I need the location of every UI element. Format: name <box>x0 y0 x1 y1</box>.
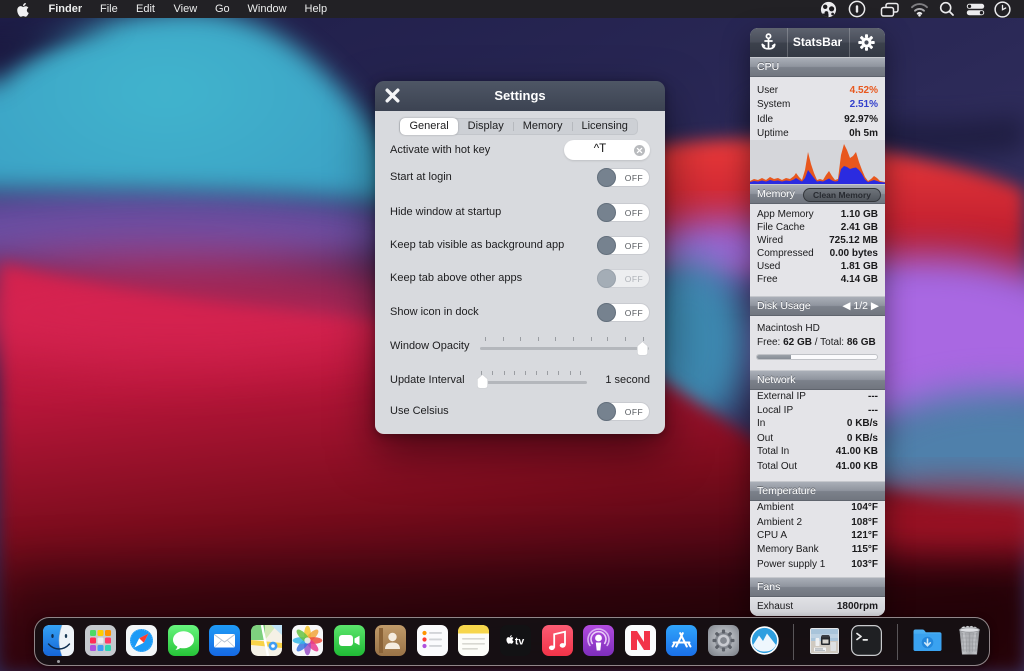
svg-text:tv: tv <box>515 636 524 648</box>
